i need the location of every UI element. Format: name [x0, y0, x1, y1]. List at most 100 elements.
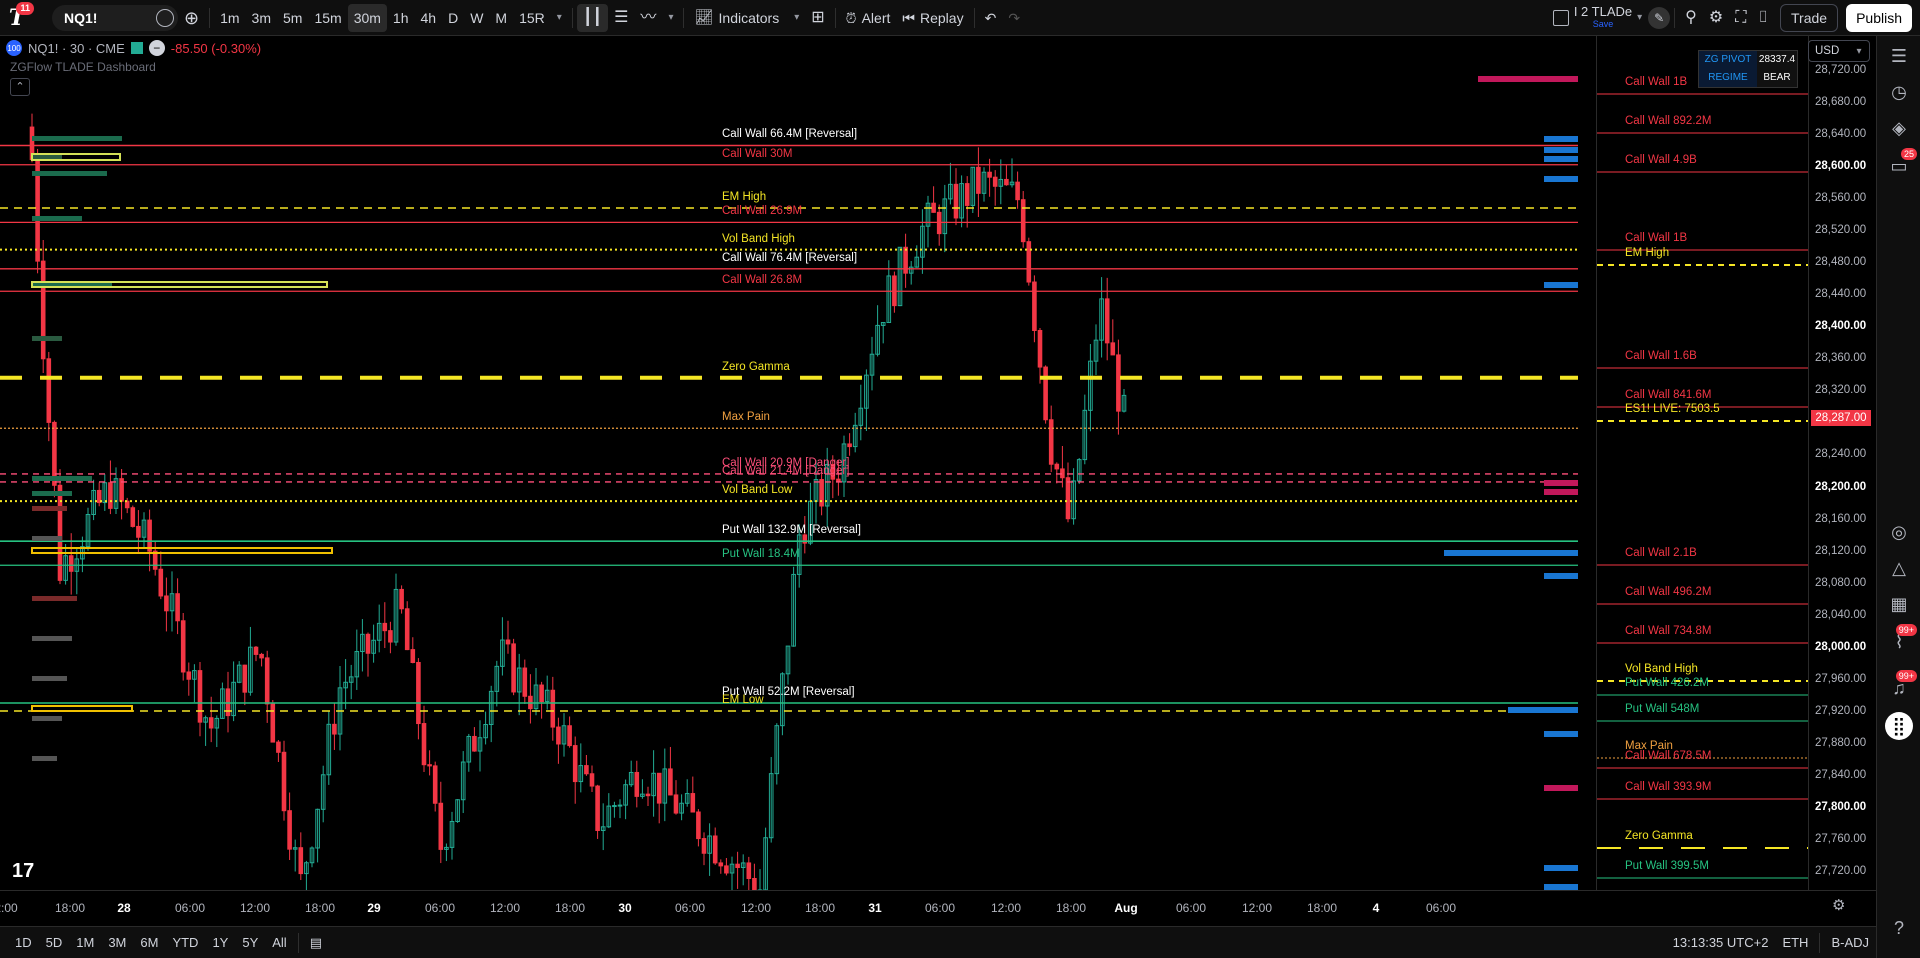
alert-button[interactable]: ⏰︎ Alert	[840, 4, 897, 32]
price-axis[interactable]: 28,720.00 28,680.00 28,640.00 28,600.00 28,5…	[1808, 36, 1876, 890]
candle-body	[276, 741, 281, 753]
level-label: Call Wall 26.9M	[722, 205, 803, 218]
interval-30m[interactable]: 30m	[347, 3, 387, 32]
axis-settings-gear-icon[interactable]: ⚙	[1832, 896, 1845, 914]
candle-body	[1043, 366, 1048, 421]
line-chart-icon[interactable]: 〰	[634, 4, 662, 32]
candle-body	[987, 171, 992, 178]
bars-icon[interactable]: ☰	[608, 4, 634, 32]
level-label: Zero Gamma	[722, 360, 790, 373]
ideas-chat-icon[interactable]: ▭ 25	[1887, 148, 1917, 178]
volume-profile-bar	[32, 336, 62, 341]
legend-title[interactable]: NQ1! · 30 · CME	[28, 41, 125, 56]
pine-icon[interactable]: △	[1887, 556, 1911, 580]
time-tick: 28	[117, 901, 131, 915]
tradingview-logo-icon[interactable]: 17	[12, 860, 34, 883]
compare-icon[interactable]	[156, 8, 174, 27]
chart-type-dropdown-icon[interactable]: ▾	[662, 4, 679, 32]
alerts-clock-icon[interactable]: ◷	[1887, 80, 1911, 104]
collapse-legend-icon[interactable]: ⌃	[10, 78, 30, 96]
screenshot-camera-icon[interactable]: ⌷	[1752, 4, 1774, 32]
chart-area[interactable]: 100 NQ1! · 30 · CME − -85.50 (-0.30%) ZG…	[0, 36, 1876, 926]
layout-select[interactable]: I 2 TLADe Save ▾	[1547, 4, 1648, 32]
interval-M[interactable]: M	[489, 4, 513, 32]
range-5y[interactable]: 5Y	[235, 935, 265, 950]
help-icon[interactable]: ?	[1887, 916, 1911, 940]
candle-body	[539, 684, 544, 703]
candle-body	[175, 593, 180, 622]
indicators-button[interactable]: 📈︎ Indicators ▾	[688, 4, 805, 32]
adjust-toggle[interactable]: B-ADJ	[1824, 935, 1876, 950]
undo-icon[interactable]: ↶	[979, 4, 1003, 32]
chart-canvas[interactable]	[0, 36, 1876, 890]
interval-5m[interactable]: 5m	[277, 4, 308, 32]
bell-icon[interactable]: ♫ 99+	[1887, 670, 1917, 700]
goto-date-calendar-icon[interactable]: ▤	[303, 935, 329, 951]
candle-body	[668, 768, 673, 796]
candles-chart-type-icon[interactable]: ┃┃	[576, 3, 609, 32]
current-price-label: 28,287.00	[1811, 409, 1871, 426]
level-marker	[1544, 156, 1578, 162]
app-logo-icon[interactable]: T 11	[0, 0, 34, 36]
currency-select[interactable]: USD ▾	[1808, 40, 1870, 62]
news-feed-icon[interactable]: ⌇ 99+	[1887, 624, 1917, 654]
clock[interactable]: 13:13:35 UTC+2	[1666, 935, 1776, 950]
watchlist-icon[interactable]: ☰	[1887, 44, 1911, 68]
candle-body	[617, 804, 623, 807]
logo-badge: 11	[16, 1, 34, 15]
session-toggle[interactable]: ETH	[1775, 935, 1815, 950]
flag-icon[interactable]	[130, 42, 143, 54]
range-5d[interactable]: 5D	[39, 935, 70, 950]
range-3m[interactable]: 3M	[101, 935, 133, 950]
replay-label: Replay	[919, 9, 964, 26]
interval-D[interactable]: D	[442, 4, 464, 32]
candle-body	[158, 568, 164, 597]
interval-1m[interactable]: 1m	[214, 4, 245, 32]
price-tick: 27,720.00	[1815, 865, 1867, 877]
range-group: 1D 5D 1M 3M 6M YTD 1Y 5Y All	[8, 935, 294, 950]
interval-dropdown-icon[interactable]: ▾	[551, 4, 568, 32]
redo-icon[interactable]: ↷	[1002, 4, 1026, 32]
dashboard-level-label: Call Wall 1.6B	[1625, 350, 1697, 362]
candle-body	[1015, 181, 1020, 201]
time-axis[interactable]: 2:00 18:00 28 06:00 12:00 18:00 29 06:00 12:00 18…	[0, 890, 1876, 926]
interval-1h[interactable]: 1h	[387, 4, 415, 32]
range-1d[interactable]: 1D	[8, 935, 39, 950]
range-ytd[interactable]: YTD	[165, 935, 205, 950]
calendar-icon[interactable]: ▦	[1887, 592, 1911, 616]
trade-button[interactable]: Trade	[1780, 3, 1839, 32]
interval-15m[interactable]: 15m	[308, 4, 347, 32]
interval-W[interactable]: W	[464, 4, 489, 32]
quick-search-icon[interactable]: ✎	[1648, 6, 1671, 29]
time-tick: 18:00	[304, 901, 336, 915]
hide-legend-icon[interactable]: −	[148, 40, 165, 56]
range-1y[interactable]: 1Y	[205, 935, 235, 950]
range-1m[interactable]: 1M	[69, 935, 101, 950]
layers-icon[interactable]: ◈	[1887, 116, 1911, 140]
range-6m[interactable]: 6M	[133, 935, 165, 950]
legend-change: -85.50 (-0.30%)	[170, 40, 262, 56]
layout-save-label[interactable]: Save	[1574, 18, 1632, 30]
target-icon[interactable]: ◎	[1887, 520, 1911, 544]
interval-3m[interactable]: 3m	[246, 4, 277, 32]
indicator-legend[interactable]: ZGFlow TLADE Dashboard	[10, 60, 156, 74]
time-tick: 18:00	[554, 901, 586, 915]
add-symbol-icon[interactable]: ⊕	[178, 4, 205, 32]
level-label: Max Pain	[722, 411, 770, 424]
indicators-label: Indicators	[718, 9, 780, 26]
replay-button[interactable]: ⏮︎ Replay	[896, 4, 969, 32]
search-icon[interactable]: ⚲	[1679, 4, 1703, 32]
candle-body	[931, 202, 936, 213]
symbol-search[interactable]: NQ1!	[52, 4, 178, 31]
interval-15R[interactable]: 15R	[513, 4, 551, 32]
price-tick: 28,520.00	[1815, 224, 1867, 237]
interval-4h[interactable]: 4h	[415, 4, 443, 32]
publish-button[interactable]: Publish	[1846, 3, 1912, 32]
settings-gear-icon[interactable]: ⚙	[1703, 4, 1729, 32]
dashboard-level-label: Call Wall 2.1B	[1625, 547, 1697, 559]
templates-grid-icon[interactable]: ⊞	[805, 4, 830, 32]
apps-grid-icon[interactable]: ⣿	[1885, 712, 1913, 740]
divider	[1674, 7, 1676, 28]
fullscreen-icon[interactable]: ⛶	[1729, 4, 1752, 32]
range-all[interactable]: All	[265, 935, 293, 950]
